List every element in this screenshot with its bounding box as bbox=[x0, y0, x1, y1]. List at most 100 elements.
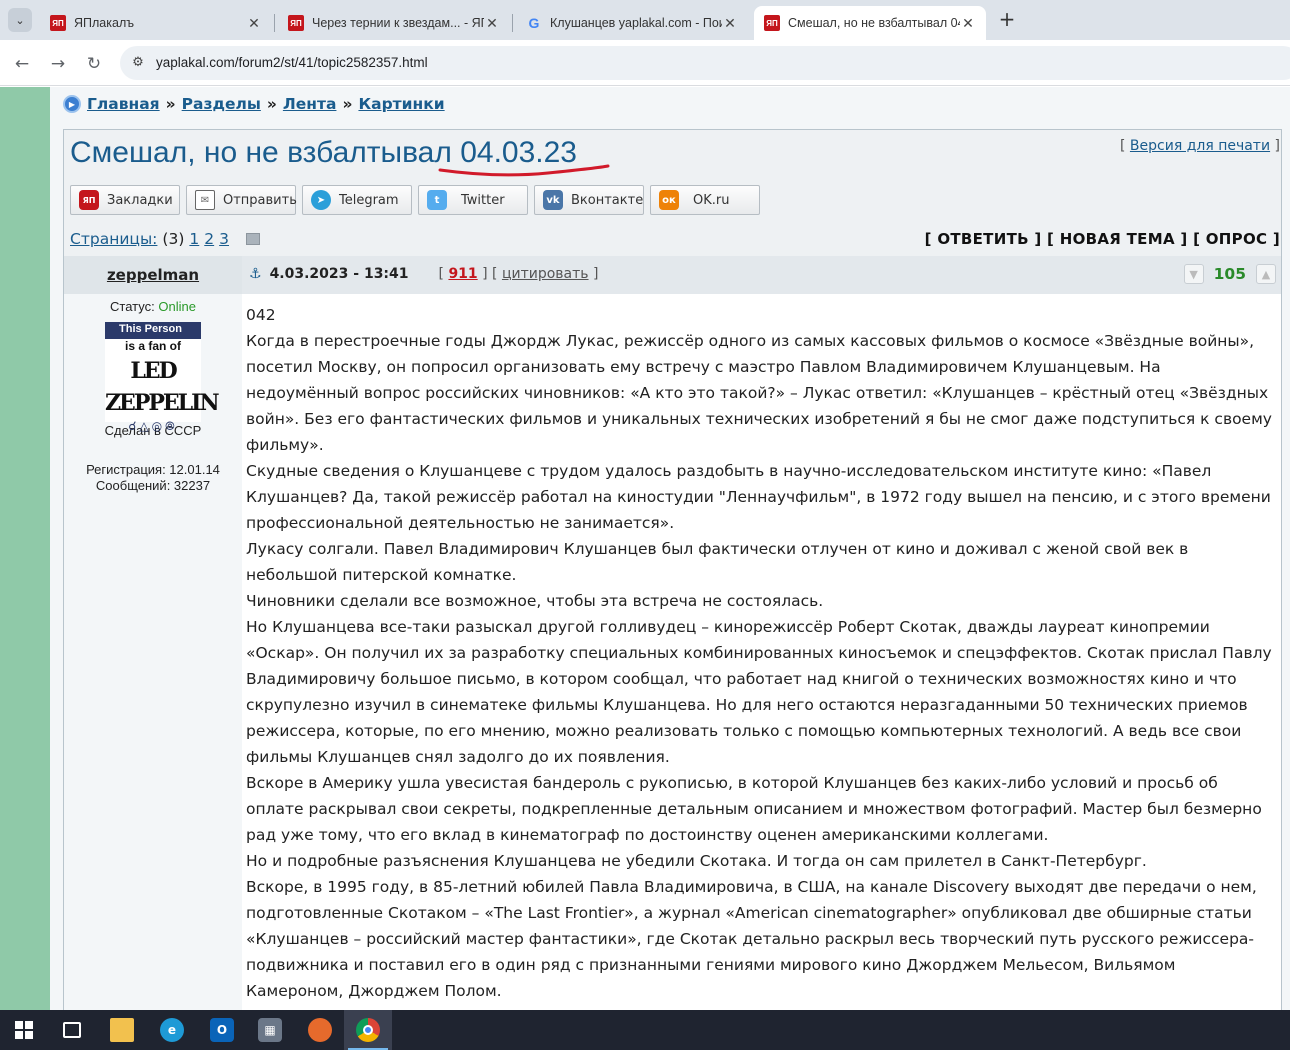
breadcrumb-home[interactable]: Главная bbox=[87, 95, 160, 113]
post-number-link[interactable]: 911 bbox=[448, 266, 477, 282]
close-icon[interactable]: ✕ bbox=[722, 15, 738, 32]
vk-button[interactable]: vk Вконтакте bbox=[534, 185, 644, 215]
send-button[interactable]: ✉ Отправить bbox=[186, 185, 297, 215]
twitter-button[interactable]: t Twitter bbox=[418, 185, 528, 215]
bookmarks-button[interactable]: ЯП Закладки bbox=[70, 185, 180, 215]
page-link-2[interactable]: 2 bbox=[204, 230, 214, 248]
poll-button[interactable]: [ ОПРОС ] bbox=[1193, 230, 1280, 248]
author-name-link[interactable]: zeppelman bbox=[107, 266, 199, 284]
mail-icon: ✉ bbox=[195, 190, 215, 210]
page-link-3[interactable]: 3 bbox=[219, 230, 229, 248]
yap-icon: ЯП bbox=[288, 15, 304, 31]
back-arrow-icon[interactable]: ← bbox=[10, 52, 34, 76]
avatar-mid-text: is a fan of bbox=[124, 339, 181, 353]
yap-icon: ЯП bbox=[764, 15, 780, 31]
avatar-band-logo: LED ZEPPELIN bbox=[105, 358, 220, 416]
browser-tab-3[interactable]: G Клушанцев yaplakal.com - Пои ✕ bbox=[516, 6, 748, 40]
site-settings-icon[interactable]: ⚙ bbox=[130, 55, 146, 71]
close-icon[interactable]: ✕ bbox=[246, 15, 262, 32]
tab-title: Через тернии к звездам... - ЯП bbox=[312, 16, 484, 30]
post-paragraph: Но Клушанцева все-таки разыскал другой г… bbox=[246, 618, 1272, 766]
post-header: zeppelman ⚓ 4.03.2023 - 13:41 [ 911 ] [ … bbox=[64, 256, 1281, 294]
topic-container: Смешал, но не взбалтывал 04.03.23 [ Верс… bbox=[63, 129, 1282, 1010]
left-decor-strip bbox=[0, 87, 50, 1010]
subscribe-envelope-icon[interactable] bbox=[246, 233, 261, 245]
post-paragraph: 042 bbox=[246, 306, 276, 324]
breadcrumb-pictures[interactable]: Картинки bbox=[358, 95, 444, 113]
reply-button[interactable]: [ ОТВЕТИТЬ ] bbox=[925, 230, 1042, 248]
topic-actions: [ ОТВЕТИТЬ ] [ НОВАЯ ТЕМА ] [ ОПРОС ] bbox=[925, 230, 1280, 248]
status-online: Online bbox=[158, 299, 196, 314]
author-cell: zeppelman bbox=[64, 256, 242, 294]
new-topic-button[interactable]: [ НОВАЯ ТЕМА ] bbox=[1047, 230, 1188, 248]
red-underline-annotation bbox=[438, 164, 610, 177]
pagination: Страницы: (3) 1 2 3 bbox=[70, 230, 261, 248]
breadcrumb-feed[interactable]: Лента bbox=[283, 95, 337, 113]
pages-label[interactable]: Страницы: bbox=[70, 230, 157, 248]
post-date: 4.03.2023 - 13:41 bbox=[269, 266, 409, 282]
yap-icon: ЯП bbox=[79, 190, 99, 210]
vk-icon: vk bbox=[543, 190, 563, 210]
breadcrumb-separator: » bbox=[165, 95, 176, 113]
new-tab-plus-icon[interactable]: + bbox=[996, 8, 1018, 30]
quote-link[interactable]: цитировать bbox=[502, 266, 589, 282]
tab-title: Клушанцев yaplakal.com - Пои bbox=[550, 16, 722, 30]
browser-tab-2[interactable]: ЯП Через тернии к звездам... - ЯП ✕ bbox=[278, 6, 510, 40]
calculator-icon[interactable]: ▦ bbox=[246, 1010, 294, 1050]
firefox-icon[interactable] bbox=[296, 1010, 344, 1050]
forum-content: ▶ Главная » Разделы » Лента » Картинки С… bbox=[50, 87, 1290, 1010]
button-label: Закладки bbox=[107, 192, 173, 208]
address-bar[interactable]: ⚙ yaplakal.com/forum2/st/41/topic2582357… bbox=[120, 46, 1290, 80]
button-label: Telegram bbox=[339, 192, 399, 208]
breadcrumb-sections[interactable]: Разделы bbox=[182, 95, 261, 113]
button-label: Twitter bbox=[461, 192, 505, 208]
tab-separator bbox=[274, 14, 275, 32]
reload-icon[interactable]: ↻ bbox=[82, 52, 106, 76]
author-info: Статус: Online This Person is a fan of L… bbox=[64, 294, 242, 1010]
pages-count: (3) bbox=[162, 230, 185, 248]
thumb-up-icon[interactable]: ▲ bbox=[1256, 264, 1276, 284]
print-version-wrap: [ Версия для печати ] bbox=[1120, 138, 1280, 154]
print-version-link[interactable]: Версия для печати bbox=[1130, 138, 1270, 154]
thumb-down-icon[interactable]: ▼ bbox=[1183, 264, 1204, 284]
close-icon[interactable]: ✕ bbox=[960, 15, 976, 32]
url-text[interactable]: yaplakal.com/forum2/st/41/topic2582357.h… bbox=[156, 55, 428, 70]
zoso-symbols-icon: ☌△◎⦾ bbox=[128, 419, 178, 433]
browser-tab-1[interactable]: ЯП ЯПлакалъ ✕ bbox=[40, 6, 272, 40]
home-play-icon: ▶ bbox=[63, 95, 81, 113]
post-number-wrap: [ 911 ] [ цитировать ] bbox=[438, 266, 599, 282]
post-paragraph: Лукасу солгали. Павел Владимирович Клуша… bbox=[246, 540, 1189, 584]
rating-value: 105 bbox=[1213, 265, 1246, 283]
post-meta: ⚓ 4.03.2023 - 13:41 [ 911 ] [ цитировать… bbox=[249, 266, 598, 282]
post-body: 042 Когда в перестроечные годы Джордж Лу… bbox=[246, 302, 1276, 1004]
avatar: This Person is a fan of LED ZEPPELIN ☌△◎… bbox=[105, 322, 220, 433]
button-label: Отправить bbox=[223, 192, 297, 208]
tab-title: ЯПлакалъ bbox=[74, 16, 135, 30]
anchor-icon[interactable]: ⚓ bbox=[249, 266, 262, 282]
telegram-button[interactable]: ➤ Telegram bbox=[302, 185, 412, 215]
edge-icon[interactable]: e bbox=[148, 1010, 196, 1050]
ok-button[interactable]: ок OK.ru bbox=[650, 185, 760, 215]
chrome-icon[interactable] bbox=[344, 1010, 392, 1050]
post-paragraph: Вскоре, в 1995 году, в 85-летний юбилей … bbox=[246, 878, 1257, 1000]
task-view-icon[interactable] bbox=[48, 1010, 96, 1050]
tab-search-chevron-icon[interactable]: ⌄ bbox=[8, 8, 32, 32]
address-toolbar: ← → ↻ ⚙ yaplakal.com/forum2/st/41/topic2… bbox=[0, 40, 1290, 86]
post-paragraph: Но и подробные разъяснения Клушанцева не… bbox=[246, 852, 1147, 870]
breadcrumb-separator: » bbox=[342, 95, 353, 113]
close-icon[interactable]: ✕ bbox=[484, 15, 500, 32]
telegram-icon: ➤ bbox=[311, 190, 331, 210]
post-paragraph: Чиновники сделали все возможное, чтобы э… bbox=[246, 592, 824, 610]
windows-start-icon[interactable] bbox=[0, 1010, 48, 1050]
ok-icon: ок bbox=[659, 190, 679, 210]
page-link-1[interactable]: 1 bbox=[189, 230, 199, 248]
browser-tab-active[interactable]: ЯП Смешал, но не взбалтывал 04. ✕ bbox=[754, 6, 986, 40]
breadcrumb-separator: » bbox=[266, 95, 277, 113]
tab-title: Смешал, но не взбалтывал 04. bbox=[788, 16, 960, 30]
file-explorer-icon[interactable] bbox=[98, 1010, 146, 1050]
registration-date: Регистрация: 12.01.14 bbox=[86, 462, 220, 477]
forward-arrow-icon[interactable]: → bbox=[46, 52, 70, 76]
outlook-icon[interactable]: O bbox=[198, 1010, 246, 1050]
windows-taskbar: e O ▦ bbox=[0, 1010, 1290, 1050]
google-icon: G bbox=[528, 15, 540, 31]
